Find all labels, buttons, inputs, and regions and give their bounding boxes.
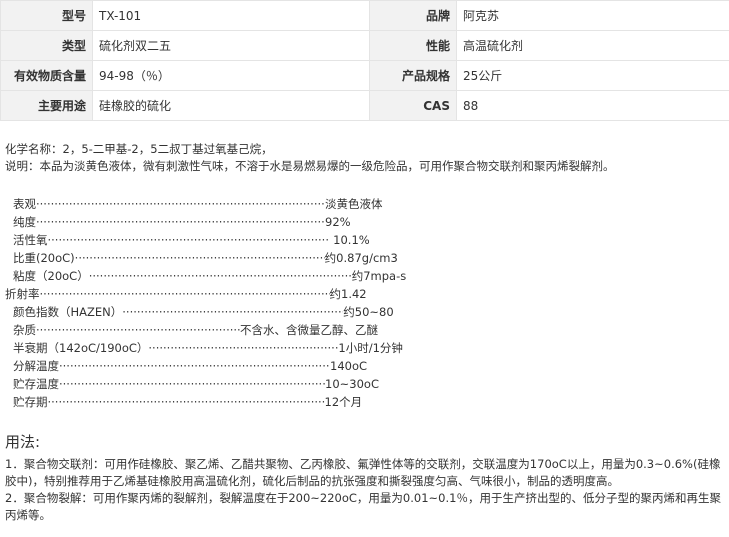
spec-value: 阿克苏 xyxy=(456,0,729,31)
spec-value: 88 xyxy=(456,90,729,121)
spec-value: 94-98（％） xyxy=(92,60,370,91)
dotted-leader: ········································… xyxy=(36,323,240,337)
property-value: 10~30oC xyxy=(325,377,379,391)
dotted-leader: ········································… xyxy=(148,341,339,355)
spec-key: 产品规格 xyxy=(369,60,457,91)
property-name: 折射率 xyxy=(5,287,40,301)
property-row: 表观······································… xyxy=(13,195,383,213)
dotted-leader: ········································… xyxy=(36,215,325,229)
spec-table: 型号 TX-101 品牌 阿克苏 类型 硫化剂双二五 性能 高温硫化剂 有效物质含量 94-98（… xyxy=(0,0,729,121)
property-name: 分解温度 xyxy=(13,359,59,373)
usage-paragraph-2: 2．聚合物裂解：可用作聚丙烯的裂解剂，裂解温度在于200~220oC，用量为0.… xyxy=(5,491,721,522)
spec-row: 主要用途 硅橡胶的硫化 CAS 88 xyxy=(0,90,729,121)
dotted-leader: ········································… xyxy=(88,269,352,283)
spec-key: 有效物质含量 xyxy=(0,60,93,91)
property-name: 比重(20oC) xyxy=(13,251,75,265)
property-name: 贮存温度 xyxy=(13,377,59,391)
property-name: 表观 xyxy=(13,197,36,211)
spec-key: 主要用途 xyxy=(0,90,93,121)
spec-key: 型号 xyxy=(0,0,93,31)
dotted-leader: ········································… xyxy=(39,287,330,301)
spec-key: 品牌 xyxy=(369,0,457,31)
property-row: 粘度（20oC）································… xyxy=(13,267,406,285)
spec-key: 类型 xyxy=(0,30,93,61)
spec-value: TX-101 xyxy=(92,0,370,31)
property-name: 半衰期（142oC/190oC） xyxy=(13,341,149,355)
spec-value: 高温硫化剂 xyxy=(456,30,729,61)
property-row: 贮存温度····································… xyxy=(13,375,379,393)
property-value: 淡黄色液体 xyxy=(325,197,383,211)
property-row: 颜色指数（HAZEN）·····························… xyxy=(13,303,394,321)
spec-key: 性能 xyxy=(369,30,457,61)
property-value: 12个月 xyxy=(324,395,363,409)
property-row: 折射率·····································… xyxy=(5,285,367,303)
property-value: 92% xyxy=(325,215,351,229)
property-row: 比重(20oC)································… xyxy=(13,249,398,267)
property-name: 纯度 xyxy=(13,215,36,229)
property-name: 活性氧 xyxy=(13,233,48,247)
property-name: 颜色指数（HAZEN） xyxy=(13,305,123,319)
dotted-leader: ········································… xyxy=(36,197,325,211)
property-value: 约0.87g/cm3 xyxy=(324,251,398,265)
property-value: 10.1% xyxy=(329,233,370,247)
spec-key: CAS xyxy=(369,90,457,121)
spec-value: 硅橡胶的硫化 xyxy=(92,90,370,121)
property-value: 约7mpa-s xyxy=(351,269,407,283)
chemical-name: 化学名称：2，5-二甲基-2，5二叔丁基过氧基己烷， xyxy=(5,142,273,156)
property-row: 活性氧·····································… xyxy=(13,231,370,249)
usage-paragraph-1: 1．聚合物交联剂：可用作硅橡胶、聚乙烯、乙醋共聚物、乙丙橡胶、氟弹性体等的交联剂… xyxy=(5,457,721,488)
property-row: 半衰期（142oC/190oC）························… xyxy=(13,339,403,357)
spec-row: 有效物质含量 94-98（％） 产品规格 25公斤 xyxy=(0,60,729,91)
dotted-leader: ········································… xyxy=(47,395,325,409)
spec-row: 类型 硫化剂双二五 性能 高温硫化剂 xyxy=(0,30,729,61)
dotted-leader: ········································… xyxy=(47,233,330,247)
property-name: 贮存期 xyxy=(13,395,48,409)
dotted-leader: ········································… xyxy=(59,359,330,373)
property-row: 贮存期·····································… xyxy=(13,393,362,411)
property-row: 杂质······································… xyxy=(13,321,378,339)
dotted-leader: ········································… xyxy=(74,251,325,265)
property-row: 纯度······································… xyxy=(13,213,351,231)
property-row: 分解温度····································… xyxy=(13,357,367,375)
property-value: 140oC xyxy=(330,359,368,373)
property-name: 杂质 xyxy=(13,323,36,337)
property-value: 约1.42 xyxy=(329,287,367,301)
usage-heading: 用法: xyxy=(5,433,41,451)
property-value: 约50~80 xyxy=(343,305,394,319)
spec-value: 25公斤 xyxy=(456,60,729,91)
property-name: 粘度（20oC） xyxy=(13,269,89,283)
spec-row: 型号 TX-101 品牌 阿克苏 xyxy=(0,0,729,31)
property-value: 不含水、含微量乙醇、乙醚 xyxy=(240,323,378,337)
property-value: 1小时/1分钟 xyxy=(338,341,403,355)
description-text: 说明：本品为淡黄色液体，微有刺激性气味，不溶于水是易燃易爆的一级危险品，可用作聚… xyxy=(5,159,615,173)
dotted-leader: ········································… xyxy=(59,377,325,391)
spec-value: 硫化剂双二五 xyxy=(92,30,370,61)
dotted-leader: ········································… xyxy=(122,305,343,319)
